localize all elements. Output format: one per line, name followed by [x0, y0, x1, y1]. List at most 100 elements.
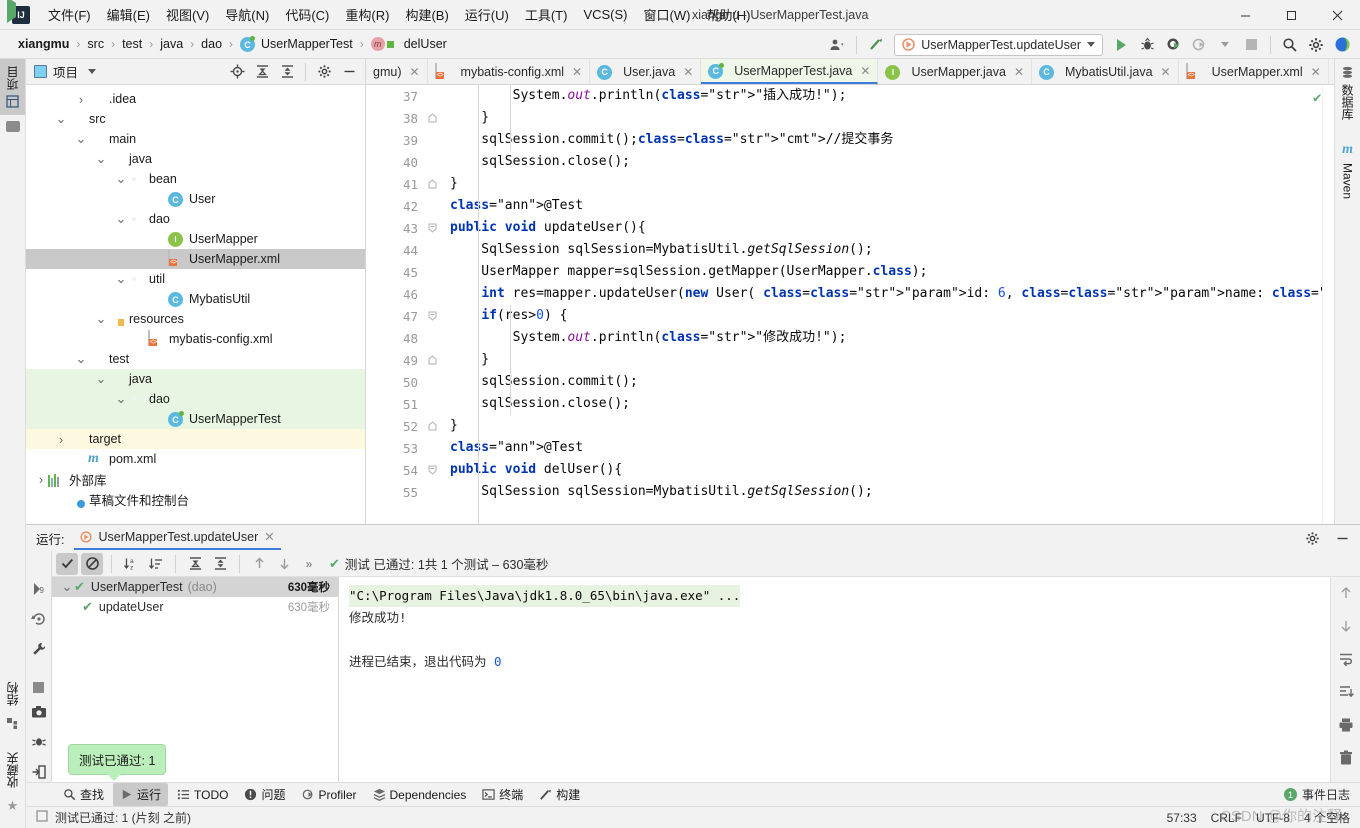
menu-vcs[interactable]: VCS(S) — [575, 3, 635, 26]
gear-icon[interactable] — [1304, 33, 1328, 57]
minimize-button[interactable] — [1222, 0, 1268, 30]
tool-strip-item--[interactable]: 查找 — [56, 783, 111, 806]
code-editor[interactable]: 37 38 39 40 41 42 43 44 45 46 47 48 49 50 51 52 53 54 55 S… — [366, 85, 1334, 524]
chevron-down-icon[interactable]: ⌄ — [54, 111, 68, 127]
stop-button[interactable] — [1239, 33, 1263, 57]
profiler-dropdown-icon[interactable] — [1213, 33, 1237, 57]
maximize-button[interactable] — [1268, 0, 1314, 30]
code-line[interactable]: int res=mapper.updateUser(new User( clas… — [450, 283, 1322, 305]
project-tree-item[interactable]: ⌄ dao — [26, 389, 365, 409]
project-tree-item[interactable]: ⌄ resources — [26, 309, 365, 329]
chevron-down-icon[interactable]: ⌄ — [74, 131, 88, 147]
editor-tab[interactable]: I UserMapper.java ✕ — [878, 59, 1033, 84]
more-toolbar-actions-icon[interactable]: » — [298, 553, 320, 575]
close-icon[interactable]: ✕ — [409, 65, 419, 79]
run-with-coverage-button[interactable] — [1161, 33, 1185, 57]
code-line[interactable]: } — [450, 349, 1322, 371]
chevron-down-icon[interactable]: ⌄ — [114, 391, 128, 407]
code-fold-marker[interactable] — [426, 459, 440, 481]
breadcrumb-item-deluser[interactable]: m delUser — [367, 34, 451, 54]
search-everywhere-icon[interactable] — [1278, 33, 1302, 57]
breadcrumb-item-usermappertest[interactable]: C UserMapperTest — [236, 34, 357, 54]
debug-button[interactable] — [1135, 33, 1159, 57]
code-folding-column[interactable] — [426, 85, 440, 524]
sidebar-item-favorites[interactable]: 收藏夹 — [0, 745, 25, 795]
project-tree-item[interactable]: ⌄ test — [26, 349, 365, 369]
project-tree[interactable]: › .idea ⌄ src ⌄ main ⌄ java ⌄ bean C User ⌄ dao I UserM… — [26, 85, 365, 524]
editor-marker-bar[interactable]: ✔ — [1313, 85, 1334, 524]
close-icon[interactable]: ✕ — [1161, 65, 1171, 79]
sidebar-item-structure[interactable]: 结构 — [0, 675, 25, 713]
project-tree-item[interactable]: I UserMapper — [26, 229, 365, 249]
chevron-down-icon[interactable]: ⌄ — [74, 351, 88, 367]
menu-code[interactable]: 代码(C) — [277, 1, 337, 28]
code-line[interactable]: class="ann">@Test — [450, 195, 1322, 217]
ide-and-project-settings-icon[interactable] — [1330, 33, 1354, 57]
file-encoding[interactable]: UTF-8 — [1256, 811, 1290, 825]
chevron-down-icon[interactable]: ⌄ — [94, 371, 108, 387]
update-project-icon[interactable] — [864, 33, 888, 57]
editor-tab[interactable]: C UserMapperTest.java ✕ — [701, 59, 879, 84]
run-configuration-selector[interactable]: UserMapperTest.updateUser — [894, 33, 1103, 56]
project-tree-item[interactable]: C UserMapperTest — [26, 409, 365, 429]
code-fold-marker[interactable] — [426, 173, 440, 195]
code-fold-marker[interactable] — [426, 349, 440, 371]
console-output[interactable]: "C:\Program Files\Java\jdk1.8.0_65\bin\j… — [339, 577, 1330, 782]
sidebar-item-project[interactable]: 项目 — [0, 59, 25, 115]
tool-strip-item-profiler[interactable]: Profiler — [295, 785, 364, 805]
sort-alphabetically-icon[interactable]: az — [120, 553, 142, 575]
project-tree-item[interactable]: › target — [26, 429, 365, 449]
show-passed-tests-toggle[interactable] — [56, 552, 78, 575]
chevron-down-icon[interactable]: ⌄ — [60, 579, 74, 595]
close-button[interactable] — [1314, 0, 1360, 30]
menu-build[interactable]: 构建(B) — [397, 1, 456, 28]
code-line[interactable]: sqlSession.close(); — [450, 393, 1322, 415]
project-tree-item[interactable]: › 外部库 — [26, 469, 365, 489]
code-line[interactable]: SqlSession sqlSession=MybatisUtil.getSql… — [450, 481, 1322, 503]
editor-tab[interactable]: C MybatisUtil.java ✕ — [1032, 59, 1179, 84]
project-tree-item[interactable]: 草稿文件和控制台 — [26, 489, 365, 509]
editor-gutter[interactable]: 37 38 39 40 41 42 43 44 45 46 47 48 49 50 51 52 53 54 55 — [366, 85, 426, 524]
code-line[interactable]: } — [450, 415, 1322, 437]
screenshot-icon[interactable] — [31, 704, 47, 723]
project-tree-item[interactable]: ⌄ bean — [26, 169, 365, 189]
project-view-chevron-icon[interactable] — [88, 69, 97, 74]
project-tree-item[interactable]: ⌄ util — [26, 269, 365, 289]
expand-all-icon[interactable] — [250, 60, 274, 84]
close-icon[interactable]: ✕ — [572, 65, 582, 79]
rerun-button[interactable] — [7, 0, 16, 23]
print-icon[interactable] — [1338, 717, 1354, 736]
chevron-down-icon[interactable]: ⌄ — [114, 211, 128, 227]
breadcrumb-item-src[interactable]: src — [83, 35, 108, 53]
breadcrumb-item-dao[interactable]: dao — [197, 35, 226, 53]
folder-icon[interactable] — [5, 121, 20, 132]
settings-wrench-icon[interactable] — [31, 641, 47, 660]
project-tree-item[interactable]: C MybatisUtil — [26, 289, 365, 309]
code-line[interactable]: sqlSession.commit();class=class="str">"c… — [450, 129, 1322, 151]
close-icon[interactable]: ✕ — [264, 529, 274, 544]
scroll-to-end-icon[interactable] — [1338, 684, 1354, 703]
stop-run-icon[interactable] — [33, 682, 44, 693]
breadcrumb-item-xiangmu[interactable]: xiangmu — [14, 35, 73, 53]
tool-strip-item-dependencies[interactable]: Dependencies — [366, 785, 474, 805]
tool-strip-item--[interactable]: 运行 — [113, 783, 169, 806]
user-settings-icon[interactable] — [825, 33, 849, 57]
line-separator[interactable]: CRLF — [1211, 811, 1242, 825]
project-tree-item[interactable]: ⌄ src — [26, 109, 365, 129]
close-icon[interactable]: ✕ — [860, 64, 870, 78]
breadcrumb-item-test[interactable]: test — [118, 35, 146, 53]
chevron-down-icon[interactable]: ⌄ — [114, 271, 128, 287]
run-button[interactable] — [1109, 33, 1133, 57]
code-line[interactable]: public void delUser(){ — [450, 459, 1322, 481]
collapse-all-tests-icon[interactable] — [209, 553, 231, 575]
editor-tab[interactable]: UserMapper.xml ✕ — [1179, 59, 1329, 84]
project-tree-item[interactable]: › .idea — [26, 89, 365, 109]
thread-dump-icon[interactable] — [31, 734, 47, 753]
rerun-failed-icon[interactable] — [30, 611, 47, 630]
indent-setting[interactable]: 4 个空格 — [1304, 809, 1350, 826]
code-line[interactable]: System.out.println(class="str">"插入成功!"); — [450, 85, 1322, 107]
menu-view[interactable]: 视图(V) — [158, 1, 217, 28]
tool-strip-item-todo[interactable]: TODO — [170, 785, 235, 805]
editor-tab[interactable]: gmu) ✕ — [366, 59, 428, 84]
chevron-down-icon[interactable]: ⌄ — [114, 171, 128, 187]
